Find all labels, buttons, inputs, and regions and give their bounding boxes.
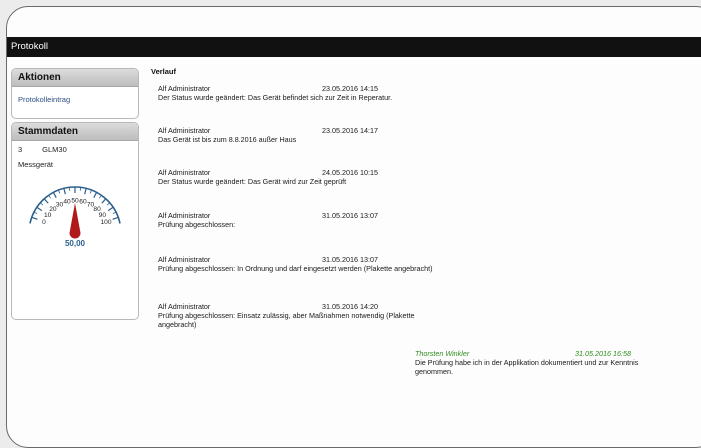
gauge-tick: [34, 212, 37, 214]
history-entry: Alf Administrator 24.05.2016 10:15 Der St…: [158, 169, 444, 187]
gauge-tick: [40, 203, 43, 205]
gauge-tick: [37, 207, 42, 210]
entry-date: 23.05.2016 14:15: [322, 85, 378, 94]
gauge-tick-label: 40: [63, 198, 71, 205]
comment-entry: Thorsten Winkler 31.05.2016 16:58 Die Prü…: [415, 350, 640, 376]
gauge-value: 50,00: [12, 239, 138, 248]
gauge-tick: [113, 212, 116, 214]
entry-text: Der Status wurde geändert: Das Gerät wir…: [158, 178, 444, 187]
entry-text: Der Status wurde geändert: Das Gerät bef…: [158, 94, 444, 103]
entry-text: Prüfung abgeschlossen:: [158, 221, 444, 230]
entry-author: Alf Administrator: [158, 126, 210, 135]
protokolleintrag-link[interactable]: Protokolleintrag: [12, 87, 138, 112]
device-id: 3: [18, 145, 22, 154]
comment-author: Thorsten Winkler: [415, 349, 469, 358]
entry-text: Prüfung abgeschlossen: Einsatz zulässig,…: [158, 312, 444, 329]
gauge-tick: [85, 188, 86, 194]
gauge-tick: [94, 192, 97, 197]
entry-date: 31.05.2016 13:07: [322, 256, 378, 265]
gauge-tick: [113, 217, 119, 219]
gauge-tick-label: 0: [42, 219, 46, 226]
entry-text: Das Gerät ist bis zum 8.8.2016 außer Hau…: [158, 136, 444, 145]
gauge-tick: [44, 199, 48, 203]
stammdaten-header: Stammdaten: [12, 123, 138, 141]
entry-date: 31.05.2016 13:07: [322, 212, 378, 221]
gauge-tick-label: 50: [71, 198, 79, 205]
gauge-tick: [49, 195, 51, 198]
entry-author: Alf Administrator: [158, 84, 210, 93]
gauge-tick: [107, 203, 110, 205]
entry-date: 24.05.2016 10:15: [322, 169, 378, 178]
entry-author: Alf Administrator: [158, 302, 210, 311]
gauge-tick: [53, 192, 56, 197]
gauge-tick: [32, 217, 38, 219]
gauge-tick-label: 10: [44, 212, 52, 219]
entry-date: 23.05.2016 14:17: [322, 127, 378, 136]
gauge-tick-label: 90: [99, 212, 107, 219]
device-id-row: 3 GLM30: [12, 141, 138, 156]
gauge: 0102030405060708090100 50,00: [12, 171, 138, 267]
history-entry: Alf Administrator 31.05.2016 14:20 Prüfun…: [158, 303, 444, 329]
entry-author: Alf Administrator: [158, 168, 210, 177]
aktionen-panel: Aktionen Protokolleintrag: [11, 68, 139, 119]
gauge-tick: [108, 207, 113, 210]
entry-date: 31.05.2016 14:20: [322, 303, 378, 312]
entry-author: Alf Administrator: [158, 255, 210, 264]
gauge-tick: [99, 195, 101, 198]
verlauf-title: Verlauf: [151, 67, 176, 76]
comment-date: 31.05.2016 16:58: [575, 350, 631, 359]
gauge-tick: [64, 188, 65, 194]
window-title-bar: Protokoll: [7, 37, 701, 57]
history-entry: Alf Administrator 31.05.2016 13:07 Prüfun…: [158, 256, 444, 274]
window-title: Protokoll: [11, 41, 48, 52]
aktionen-header: Aktionen: [12, 69, 138, 87]
gauge-tick-label: 30: [56, 201, 64, 208]
device-type: Messgerät: [12, 156, 138, 171]
stammdaten-panel: Stammdaten 3GLM30 Messgerät 010203040506…: [11, 122, 139, 320]
history-entry: Alf Administrator 31.05.2016 13:07 Prüfun…: [158, 212, 444, 230]
comment-text: Die Prüfung habe ich in der Applikation …: [415, 359, 640, 376]
history-entry: Alf Administrator 23.05.2016 14:17 Das Ge…: [158, 127, 444, 145]
device-model: GLM30: [42, 145, 67, 154]
gauge-tick-label: 100: [101, 219, 112, 226]
gauge-tick: [102, 199, 106, 203]
gauge-needle: [70, 203, 81, 239]
app-window: Protokoll Aktionen Protokolleintrag Stam…: [6, 6, 701, 448]
entry-author: Alf Administrator: [158, 211, 210, 220]
entry-text: Prüfung abgeschlossen: In Ordnung und da…: [158, 265, 444, 274]
history-entry: Alf Administrator 23.05.2016 14:15 Der St…: [158, 85, 444, 103]
